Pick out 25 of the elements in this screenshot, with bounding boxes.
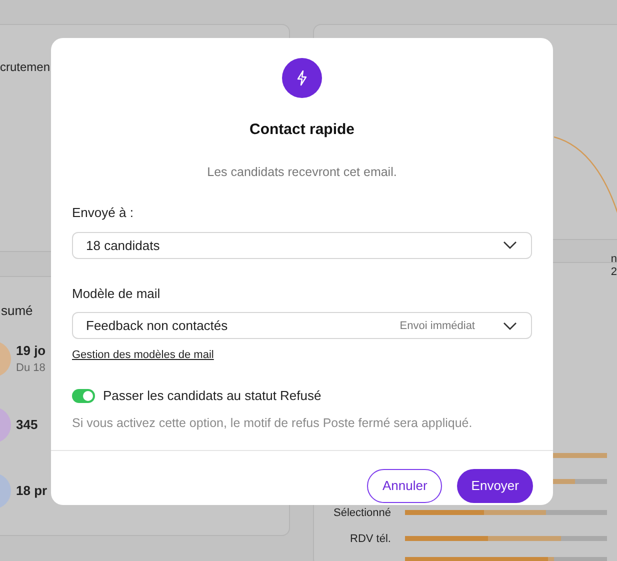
lightning-icon: [282, 58, 322, 98]
stat-value: 18 pr: [16, 482, 48, 500]
send-button[interactable]: Envoyer: [457, 469, 533, 503]
manage-templates-link[interactable]: Gestion des modèles de mail: [72, 347, 214, 364]
stat-detail: Du 18: [16, 361, 46, 376]
axis-label: n: [610, 253, 617, 266]
field-label: Modèle de mail: [72, 284, 162, 303]
recipients-select[interactable]: 18 candidats: [72, 232, 532, 259]
bar-label: Sélectionné: [334, 507, 391, 519]
chevron-down-icon: [503, 322, 517, 330]
dialog-title: Contact rapide: [249, 120, 354, 140]
card-title: crutemen: [0, 60, 50, 74]
axis-label: 2: [610, 266, 617, 279]
status-toggle[interactable]: [72, 388, 95, 402]
cancel-button[interactable]: Annuler: [367, 469, 442, 503]
stat-value: 19 jo: [16, 342, 46, 360]
stat-value: 345: [16, 416, 38, 434]
toggle-help: Si vous activez cette option, le motif de refus Poste fermé sera appliqué.: [72, 415, 474, 432]
toggle-label: Passer les candidats au statut Refusé: [103, 386, 322, 405]
dialog-subtitle: Les candidats recevront cet email.: [207, 164, 397, 180]
card-title: sumé: [1, 302, 34, 320]
field-label: Envoyé à :: [72, 204, 134, 222]
bar-label: RDV tél.: [350, 533, 391, 545]
chevron-down-icon: [503, 241, 517, 250]
template-select[interactable]: Feedback non contactés Envoi immédiat: [72, 312, 532, 340]
